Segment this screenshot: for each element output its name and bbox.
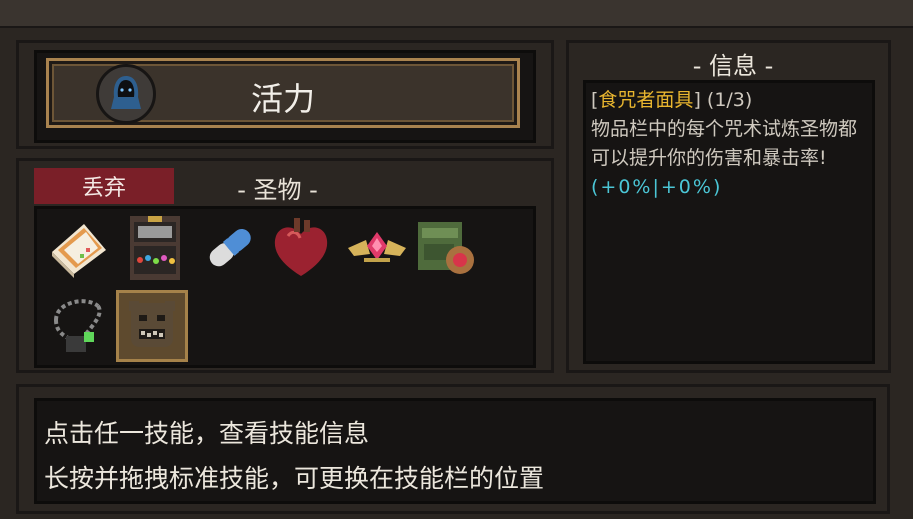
relic-section-title: - 圣物 - — [237, 176, 318, 204]
bracket-close: ] — [693, 89, 701, 111]
hint-line: 点击任一技能，查看技能信息 — [44, 419, 370, 448]
cake-slice-icon[interactable] — [46, 214, 112, 280]
discard-button[interactable]: 丢弃 — [34, 168, 174, 204]
relic-bonus: (+0%|+0%) — [591, 176, 723, 198]
heart-icon[interactable] — [268, 214, 334, 280]
amulet-icon[interactable] — [46, 290, 112, 356]
relic-description: 物品栏中的每个咒术试炼圣物都可以提升你的伤害和暴击率! — [591, 118, 858, 169]
top-bar — [0, 0, 913, 28]
gem-chest-icon[interactable] — [126, 214, 192, 280]
relic-header-line: [食咒者面具] (1/3) — [591, 86, 873, 115]
winged-gem-icon[interactable] — [344, 214, 410, 280]
info-title: - 信息 - — [692, 52, 774, 80]
hint-line: 长按并拖拽标准技能，可更换在技能栏的位置 — [44, 464, 545, 493]
info-text: [食咒者面具] (1/3) 物品栏中的每个咒术试炼圣物都可以提升你的伤害和暴击率… — [591, 86, 873, 202]
green-pack-icon[interactable] — [414, 214, 480, 280]
relic-name: 食咒者面具 — [598, 89, 694, 111]
capsule-icon[interactable] — [198, 214, 264, 280]
skill-name: 活力 — [250, 80, 315, 118]
spell-eater-mask-icon[interactable] — [116, 290, 188, 362]
relic-count: (1/3) — [706, 89, 753, 111]
hooded-figure-icon — [96, 64, 156, 124]
